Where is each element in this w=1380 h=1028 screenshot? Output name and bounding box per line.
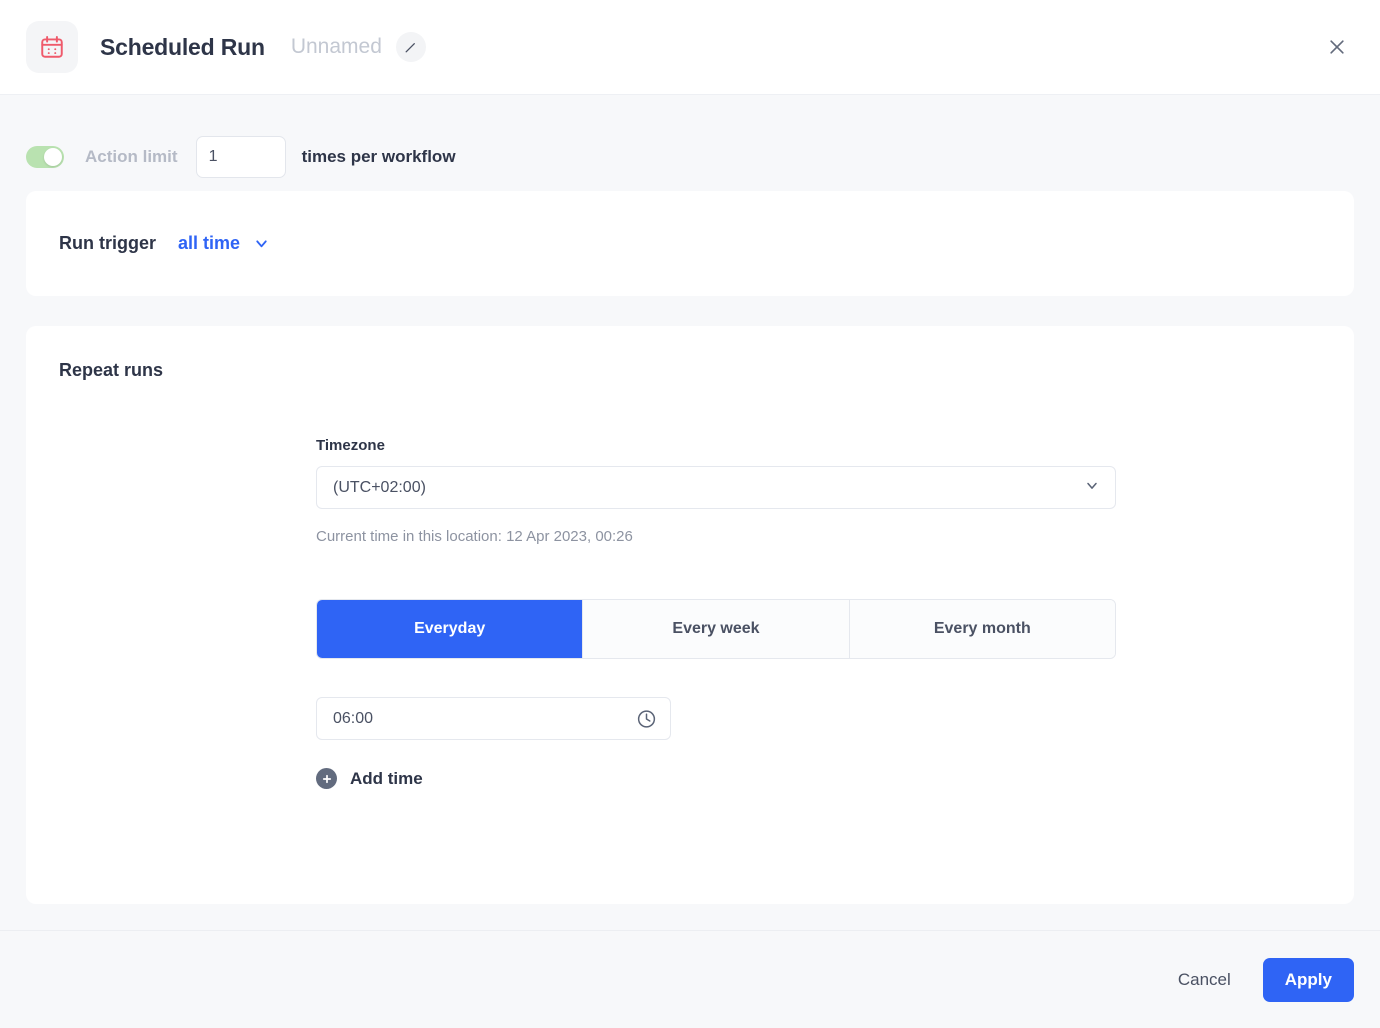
close-button[interactable] bbox=[1320, 30, 1354, 64]
clock-icon[interactable] bbox=[636, 708, 657, 729]
calendar-icon bbox=[26, 21, 78, 73]
add-time-button[interactable]: Add time bbox=[316, 768, 423, 789]
chevron-down-icon[interactable] bbox=[253, 235, 270, 252]
run-trigger-value[interactable]: all time bbox=[178, 233, 240, 254]
action-limit-toggle[interactable] bbox=[26, 146, 64, 168]
modal-header: Scheduled Run Unnamed bbox=[0, 0, 1380, 95]
close-icon bbox=[1327, 37, 1347, 57]
modal-footer: Cancel Apply bbox=[0, 930, 1380, 1028]
time-input-wrapper bbox=[316, 697, 671, 740]
add-time-label: Add time bbox=[350, 769, 423, 789]
tab-every-week[interactable]: Every week bbox=[583, 600, 849, 658]
apply-button[interactable]: Apply bbox=[1263, 958, 1354, 1002]
action-limit-row: Action limit times per workflow bbox=[0, 95, 1380, 191]
tab-every-month[interactable]: Every month bbox=[850, 600, 1115, 658]
run-trigger-card: Run trigger all time bbox=[26, 191, 1354, 296]
time-input[interactable] bbox=[316, 697, 671, 740]
cancel-button[interactable]: Cancel bbox=[1164, 960, 1245, 1000]
edit-name-button[interactable] bbox=[396, 32, 426, 62]
repeat-runs-heading: Repeat runs bbox=[59, 360, 1321, 381]
repeat-runs-card: Repeat runs Timezone (UTC+02:00) Current… bbox=[26, 326, 1354, 904]
action-limit-input[interactable] bbox=[196, 136, 286, 178]
pencil-icon bbox=[404, 41, 417, 54]
timezone-current-time: Current time in this location: 12 Apr 20… bbox=[316, 528, 1116, 545]
tab-everyday[interactable]: Everyday bbox=[317, 600, 583, 658]
run-trigger-label: Run trigger bbox=[59, 233, 156, 254]
timezone-label: Timezone bbox=[316, 437, 1116, 454]
run-name: Unnamed bbox=[291, 35, 382, 59]
timezone-select[interactable]: (UTC+02:00) bbox=[316, 466, 1116, 509]
timezone-value: (UTC+02:00) bbox=[333, 479, 426, 497]
frequency-tabs: Everyday Every week Every month bbox=[316, 599, 1116, 659]
scheduled-run-modal: Scheduled Run Unnamed Action limit bbox=[0, 0, 1380, 1028]
timezone-select-wrapper: (UTC+02:00) bbox=[316, 466, 1116, 509]
modal-body: Action limit times per workflow Run trig… bbox=[0, 95, 1380, 930]
action-limit-suffix: times per workflow bbox=[302, 147, 456, 167]
repeat-runs-content: Timezone (UTC+02:00) Current time in thi… bbox=[316, 437, 1116, 789]
page-title: Scheduled Run bbox=[100, 34, 265, 61]
action-limit-label: Action limit bbox=[85, 147, 178, 167]
plus-circle-icon bbox=[316, 768, 337, 789]
